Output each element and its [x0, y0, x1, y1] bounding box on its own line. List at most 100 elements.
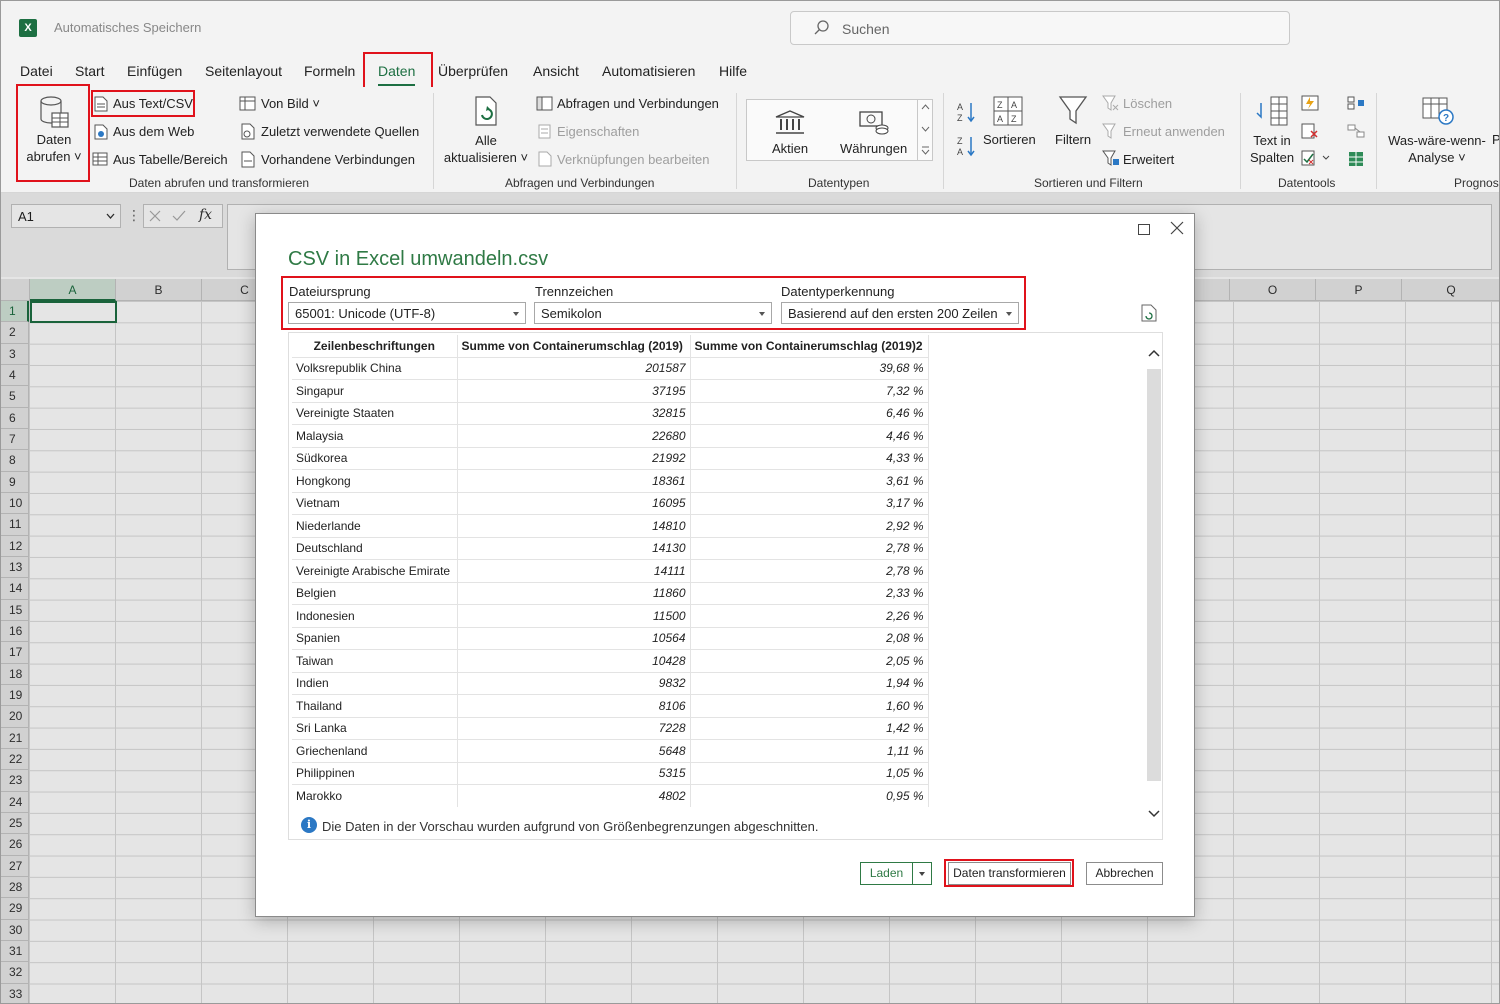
tab-formeln[interactable]: Formeln: [304, 63, 355, 79]
remove-duplicates-icon: [1301, 123, 1318, 139]
properties-button[interactable]: Eigenschaften: [557, 124, 639, 139]
stocks-icon: [775, 110, 805, 134]
what-if-button[interactable]: Was-wäre-wenn- Analyse ˅: [1385, 132, 1489, 166]
cell-percent: 1,60 %: [690, 694, 929, 717]
cell-sum: 14111: [457, 559, 691, 582]
text-to-columns-button[interactable]: Text in Spalten: [1243, 132, 1301, 166]
cell-sum: 7228: [457, 716, 691, 740]
sort-dialog-icon: Z AA Z: [993, 96, 1023, 126]
cell-country: Indonesien: [292, 604, 458, 627]
data-validation-icon: [1301, 150, 1330, 166]
tab-datei[interactable]: Datei: [20, 63, 53, 79]
data-model-icon: [1349, 152, 1363, 166]
maximize-icon[interactable]: [1138, 224, 1150, 235]
table-header-row: Zeilenbeschriftungen Summe von Container…: [292, 335, 929, 357]
consolidate-icon: [1347, 96, 1364, 110]
picture-table-icon: [239, 96, 256, 111]
table-icon: [92, 152, 108, 166]
preview-table-body: Volksrepublik China 201587 39,68 % Singapur…: [292, 356, 929, 807]
stocks-button[interactable]: Aktien: [772, 141, 808, 156]
clear-filter-button[interactable]: Löschen: [1123, 96, 1172, 111]
table-row: Hongkong 18361 3,61 %: [292, 469, 929, 492]
table-row: Singapur 37195 7,32 %: [292, 379, 929, 402]
cell-country: Singapur: [292, 379, 458, 402]
cell-country: Thailand: [292, 694, 458, 717]
group-label-sort-filter: Sortieren und Filtern: [1034, 176, 1143, 190]
table-row: Malaysia 22680 4,46 %: [292, 424, 929, 447]
cell-country: Malaysia: [292, 424, 458, 447]
cell-sum: 4802: [457, 784, 691, 807]
ribbon: Daten abrufen ˅ Aus Text/CSV Aus dem Web…: [1, 87, 1499, 193]
title-bar: X Automatisches Speichern Suchen: [1, 1, 1499, 55]
recent-sources-button[interactable]: Zuletzt verwendete Quellen: [261, 124, 419, 139]
cell-country: Spanien: [292, 626, 458, 650]
dropdown-arrow-icon: [919, 872, 925, 876]
excel-window: X Automatisches Speichern Suchen Datei S…: [0, 0, 1500, 1004]
close-icon[interactable]: [1169, 220, 1185, 236]
ribbon-separator: [433, 93, 434, 189]
chevron-up-icon[interactable]: [1148, 348, 1160, 360]
cell-country: Griechenland: [292, 739, 458, 762]
gallery-scroll[interactable]: [917, 99, 933, 161]
svg-text:Z: Z: [997, 100, 1003, 110]
search-input[interactable]: Suchen: [790, 11, 1290, 45]
table-row: Sri Lanka 7228 1,42 %: [292, 716, 929, 740]
cell-percent: 1,05 %: [690, 761, 929, 785]
cell-sum: 8106: [457, 694, 691, 717]
sort-za-icon: ZA: [957, 136, 975, 157]
dialog-title: CSV in Excel umwandeln.csv: [288, 248, 549, 270]
load-button[interactable]: Laden: [860, 862, 913, 885]
cell-country: Südkorea: [292, 446, 458, 470]
advanced-filter-button[interactable]: Erweitert: [1123, 152, 1174, 167]
tab-automatisieren[interactable]: Automatisieren: [602, 63, 695, 79]
cell-sum: 11500: [457, 604, 691, 627]
cell-country: Vereinigte Arabische Emirate: [292, 559, 458, 582]
search-placeholder: Suchen: [842, 21, 890, 37]
chevron-down-icon: [921, 126, 930, 132]
sort-button[interactable]: Sortieren: [983, 132, 1036, 147]
from-web-button[interactable]: Aus dem Web: [113, 124, 194, 139]
scrollbar-thumb[interactable]: [1147, 369, 1161, 781]
cancel-button[interactable]: Abbrechen: [1086, 862, 1163, 885]
edit-links-icon: [538, 151, 552, 167]
tab-ansicht[interactable]: Ansicht: [533, 63, 579, 79]
reapply-button[interactable]: Erneut anwenden: [1123, 124, 1225, 139]
cell-sum: 37195: [457, 379, 691, 402]
cell-sum: 21992: [457, 446, 691, 470]
group-label-get-transform: Daten abrufen und transformieren: [129, 176, 310, 190]
cell-percent: 2,26 %: [690, 604, 929, 627]
currencies-icon: [859, 111, 889, 135]
ribbon-separator: [1376, 93, 1377, 189]
tab-hilfe[interactable]: Hilfe: [719, 63, 747, 79]
chevron-down-icon[interactable]: [1148, 807, 1160, 819]
tab-seitenlayout[interactable]: Seitenlayout: [205, 63, 282, 79]
tab-ueberpruefen[interactable]: Überprüfen: [438, 63, 508, 79]
queries-connections-button[interactable]: Abfragen und Verbindungen: [557, 96, 719, 111]
refresh-all-button[interactable]: Alle aktualisieren ˅: [441, 132, 531, 166]
cell-percent: 3,17 %: [690, 491, 929, 515]
svg-text:Z: Z: [957, 136, 963, 146]
refresh-preview-icon[interactable]: [1141, 304, 1157, 322]
tab-einfuegen[interactable]: Einfügen: [127, 63, 182, 79]
existing-connections-icon: [241, 151, 255, 168]
cell-percent: 4,33 %: [690, 446, 929, 470]
from-picture-button[interactable]: Von Bild ˅: [261, 96, 320, 111]
column-header-row-labels: Zeilenbeschriftungen: [292, 335, 458, 357]
cell-sum: 14810: [457, 514, 691, 537]
tab-start[interactable]: Start: [75, 63, 105, 79]
autosave-label[interactable]: Automatisches Speichern: [54, 20, 201, 35]
edit-links-button[interactable]: Verknüpfungen bearbeiten: [557, 152, 710, 167]
more-icon: [921, 146, 930, 155]
text-to-columns-icon: [1256, 96, 1288, 126]
table-row: Vereinigte Arabische Emirate 14111 2,78 %: [292, 559, 929, 582]
from-table-button[interactable]: Aus Tabelle/Bereich: [113, 152, 228, 167]
filter-button[interactable]: Filtern: [1055, 132, 1091, 147]
cell-sum: 5315: [457, 761, 691, 785]
currencies-button[interactable]: Währungen: [840, 141, 907, 156]
sort-az-icon: AZ: [957, 102, 975, 123]
existing-connections-button[interactable]: Vorhandene Verbindungen: [261, 152, 415, 167]
load-dropdown-button[interactable]: [912, 862, 932, 885]
properties-icon: [538, 124, 551, 139]
table-row: Belgien 11860 2,33 %: [292, 581, 929, 605]
forecast-sheet-button-truncated[interactable]: P: [1492, 132, 1499, 147]
